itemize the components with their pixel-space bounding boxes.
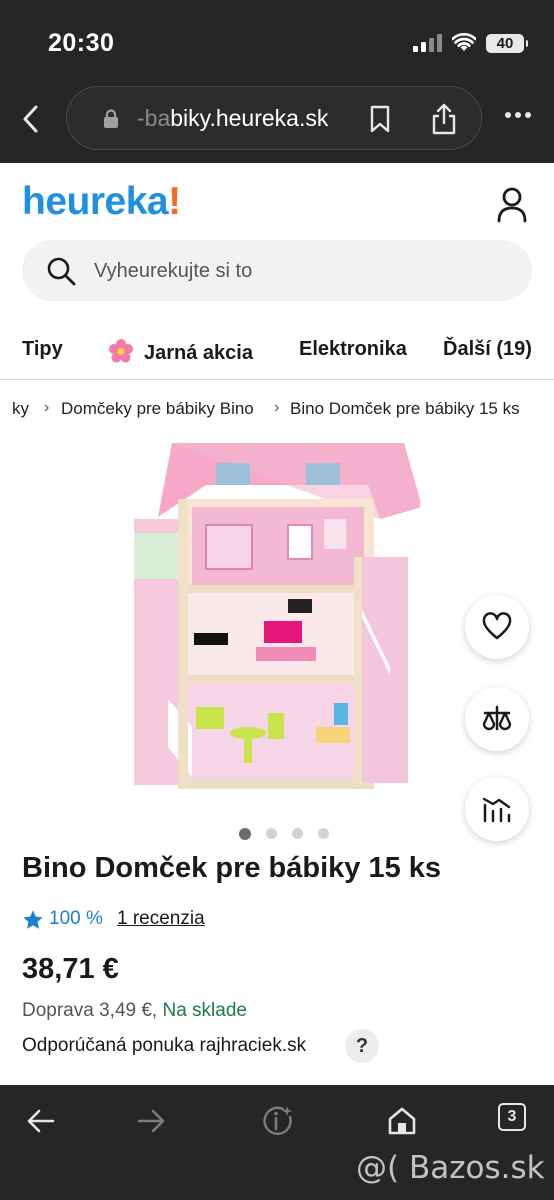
logo-text: heureka: [22, 180, 169, 223]
search-box[interactable]: [22, 240, 532, 301]
category-jarna-akcia-label: Jarná akcia: [144, 342, 253, 364]
product-title: Bino Domček pre bábiky 15 ks: [22, 852, 442, 884]
scales-icon: [482, 705, 512, 731]
recommended-offer: Odporúčaná ponuka rajhraciek.sk: [22, 1035, 307, 1056]
url-bar[interactable]: -babiky.heureka.sk: [66, 86, 482, 150]
screen: 20:30 40 -babiky.heureka.sk heureka! Vyh…: [0, 0, 554, 1200]
favorite-button[interactable]: [465, 595, 529, 659]
category-tipy[interactable]: Tipy: [22, 338, 63, 361]
flower-icon: [109, 339, 133, 363]
category-elektronika[interactable]: Elektronika: [299, 338, 407, 361]
url-faded: -ba: [137, 105, 171, 131]
shipping-cost: Doprava 3,49 €,: [22, 1000, 158, 1021]
star-icon: [23, 910, 43, 929]
more-icon[interactable]: [504, 110, 532, 120]
category-dalsi[interactable]: Ďalší (19): [443, 338, 532, 361]
category-nav: Tipy Jarná akcia Elektronika Ďalší (19): [0, 320, 554, 380]
status-time: 20:30: [48, 29, 115, 57]
user-icon[interactable]: [497, 186, 527, 224]
help-button[interactable]: ?: [345, 1029, 379, 1063]
product-price: 38,71 €: [22, 953, 119, 985]
search-input[interactable]: [94, 255, 494, 287]
tabs-button[interactable]: 3: [498, 1103, 526, 1131]
reviews-link[interactable]: 1 recenzia: [117, 908, 205, 930]
gallery-dot[interactable]: [292, 828, 303, 839]
product-image[interactable]: [128, 437, 420, 793]
heart-icon: [482, 612, 512, 640]
url-text: -babiky.heureka.sk: [137, 105, 337, 132]
forward-arrow-icon[interactable]: [135, 1105, 167, 1137]
gallery-dot[interactable]: [239, 828, 251, 840]
bookmark-icon[interactable]: [369, 105, 391, 133]
back-arrow-icon[interactable]: [25, 1105, 57, 1137]
cellular-signal-icon: [413, 34, 443, 52]
back-chevron-icon[interactable]: [20, 104, 44, 134]
home-icon[interactable]: [386, 1105, 418, 1137]
watermark: @( Bazos.sk: [356, 1150, 545, 1186]
info-sparkle-icon[interactable]: [261, 1105, 293, 1137]
share-icon[interactable]: [431, 103, 457, 135]
gallery-dot[interactable]: [266, 828, 277, 839]
breadcrumb-item[interactable]: Domčeky pre bábiky Bino: [61, 399, 254, 419]
stock-status: Na sklade: [162, 1000, 247, 1021]
logo-mark: !: [168, 180, 181, 223]
wifi-icon: [452, 33, 476, 51]
rating-percent: 100 %: [49, 908, 103, 929]
lock-icon: [104, 109, 118, 128]
breadcrumb-chevron-icon: ›: [44, 399, 50, 416]
breadcrumb-chevron-icon: ›: [274, 399, 280, 416]
heureka-logo[interactable]: heureka!: [22, 180, 181, 224]
breadcrumb-item[interactable]: ky: [12, 399, 29, 419]
shipping-info: Doprava 3,49 €, Na sklade: [22, 1000, 247, 1022]
browser-chrome: 20:30 40 -babiky.heureka.sk: [0, 0, 554, 163]
gallery-dot[interactable]: [318, 828, 329, 839]
breadcrumb-item[interactable]: Bino Domček pre bábiky 15 ks: [290, 399, 520, 419]
battery-icon: 40: [486, 34, 528, 53]
compare-button[interactable]: [465, 687, 529, 751]
url-main: biky.heureka.sk: [170, 105, 329, 131]
price-history-button[interactable]: [465, 777, 529, 841]
category-jarna-akcia[interactable]: Jarná akcia: [108, 338, 253, 365]
price-chart-icon: [482, 797, 511, 823]
breadcrumb: ky › Domčeky pre bábiky Bino › Bino Domč…: [0, 399, 554, 421]
search-icon: [47, 257, 76, 286]
